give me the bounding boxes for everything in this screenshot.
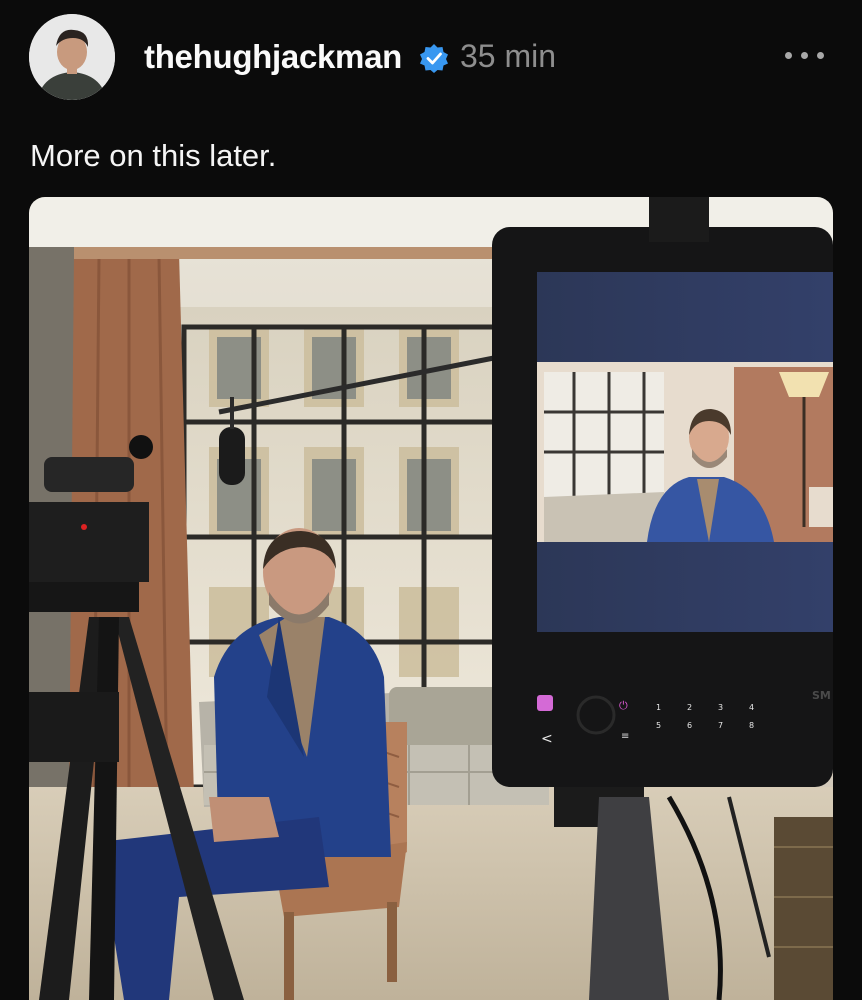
profile-avatar[interactable] — [29, 14, 115, 100]
avatar-image — [29, 14, 115, 100]
post-timestamp: 35 min — [460, 38, 557, 74]
monitor-brand-text: SM — [812, 689, 831, 702]
svg-text:≡: ≡ — [621, 731, 629, 742]
svg-text:<: < — [541, 731, 553, 747]
post-caption: More on this later. — [30, 138, 277, 173]
monitor-button-label: 3 — [718, 703, 723, 712]
monitor-button-label: 8 — [749, 721, 754, 730]
post-header: thehughjackman 35 min — [0, 0, 862, 120]
more-options-icon[interactable] — [783, 44, 827, 68]
monitor-button-label: 5 — [656, 721, 661, 730]
svg-text:⏻: ⏻ — [619, 699, 628, 712]
monitor-button-label: 4 — [749, 703, 754, 712]
post-photo[interactable]: < ⏻ ≡ 1 2 3 4 5 6 7 8 SM — [29, 197, 833, 1000]
monitor-button-label: 2 — [687, 703, 692, 712]
monitor-button-label: 1 — [656, 703, 661, 712]
username-link[interactable]: thehughjackman — [144, 38, 402, 76]
monitor-button-label: 7 — [718, 721, 723, 730]
monitor-button-label: 6 — [687, 721, 692, 730]
verified-badge-icon — [420, 44, 448, 73]
interview-scene-image: < ⏻ ≡ 1 2 3 4 5 6 7 8 SM — [29, 197, 833, 1000]
